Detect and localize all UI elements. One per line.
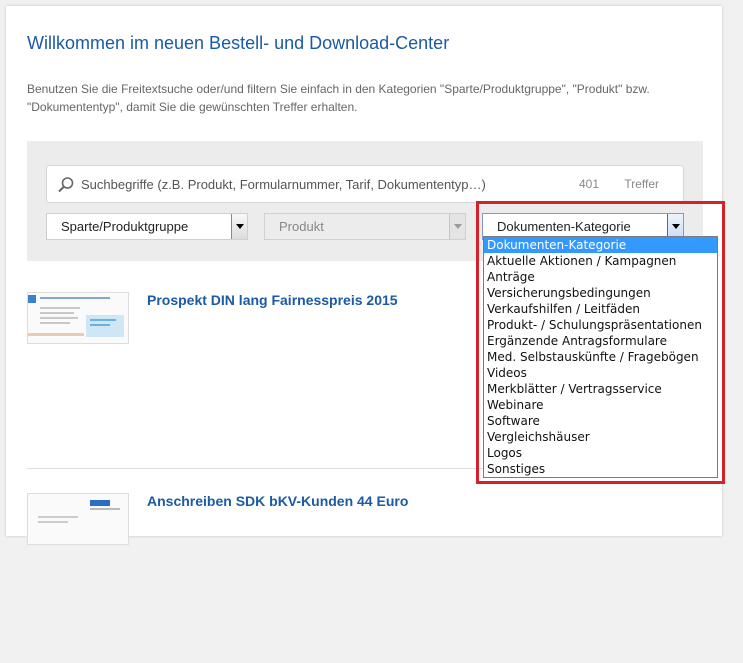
hit-count: 401	[578, 177, 599, 191]
sparte-select[interactable]: Sparte/Produktgruppe	[46, 213, 248, 240]
page-title: Willkommen im neuen Bestell- und Downloa…	[27, 33, 450, 53]
document-thumbnail[interactable]	[27, 292, 129, 344]
search-input[interactable]	[81, 166, 551, 202]
result-title-link[interactable]: Prospekt DIN lang Fairnesspreis 2015	[147, 292, 398, 308]
page-intro: Benutzen Sie die Freitextsuche oder/und …	[27, 82, 650, 114]
result-title-link[interactable]: Anschreiben SDK bKV-Kunden 44 Euro	[147, 493, 408, 509]
highlight-annotation-box	[476, 201, 725, 484]
sparte-select-value: Sparte/Produktgruppe	[61, 219, 189, 234]
hit-count-label: Treffer	[624, 177, 659, 191]
produkt-select-value: Produkt	[279, 219, 324, 234]
search-icon	[57, 176, 75, 194]
document-thumbnail[interactable]	[27, 493, 129, 545]
search-box[interactable]: 401 Treffer	[46, 165, 684, 203]
result-item: Anschreiben SDK bKV-Kunden 44 Euro	[27, 493, 703, 663]
chevron-down-icon[interactable]	[449, 214, 465, 239]
produkt-select[interactable]: Produkt	[264, 213, 466, 240]
chevron-down-icon[interactable]	[231, 214, 247, 239]
